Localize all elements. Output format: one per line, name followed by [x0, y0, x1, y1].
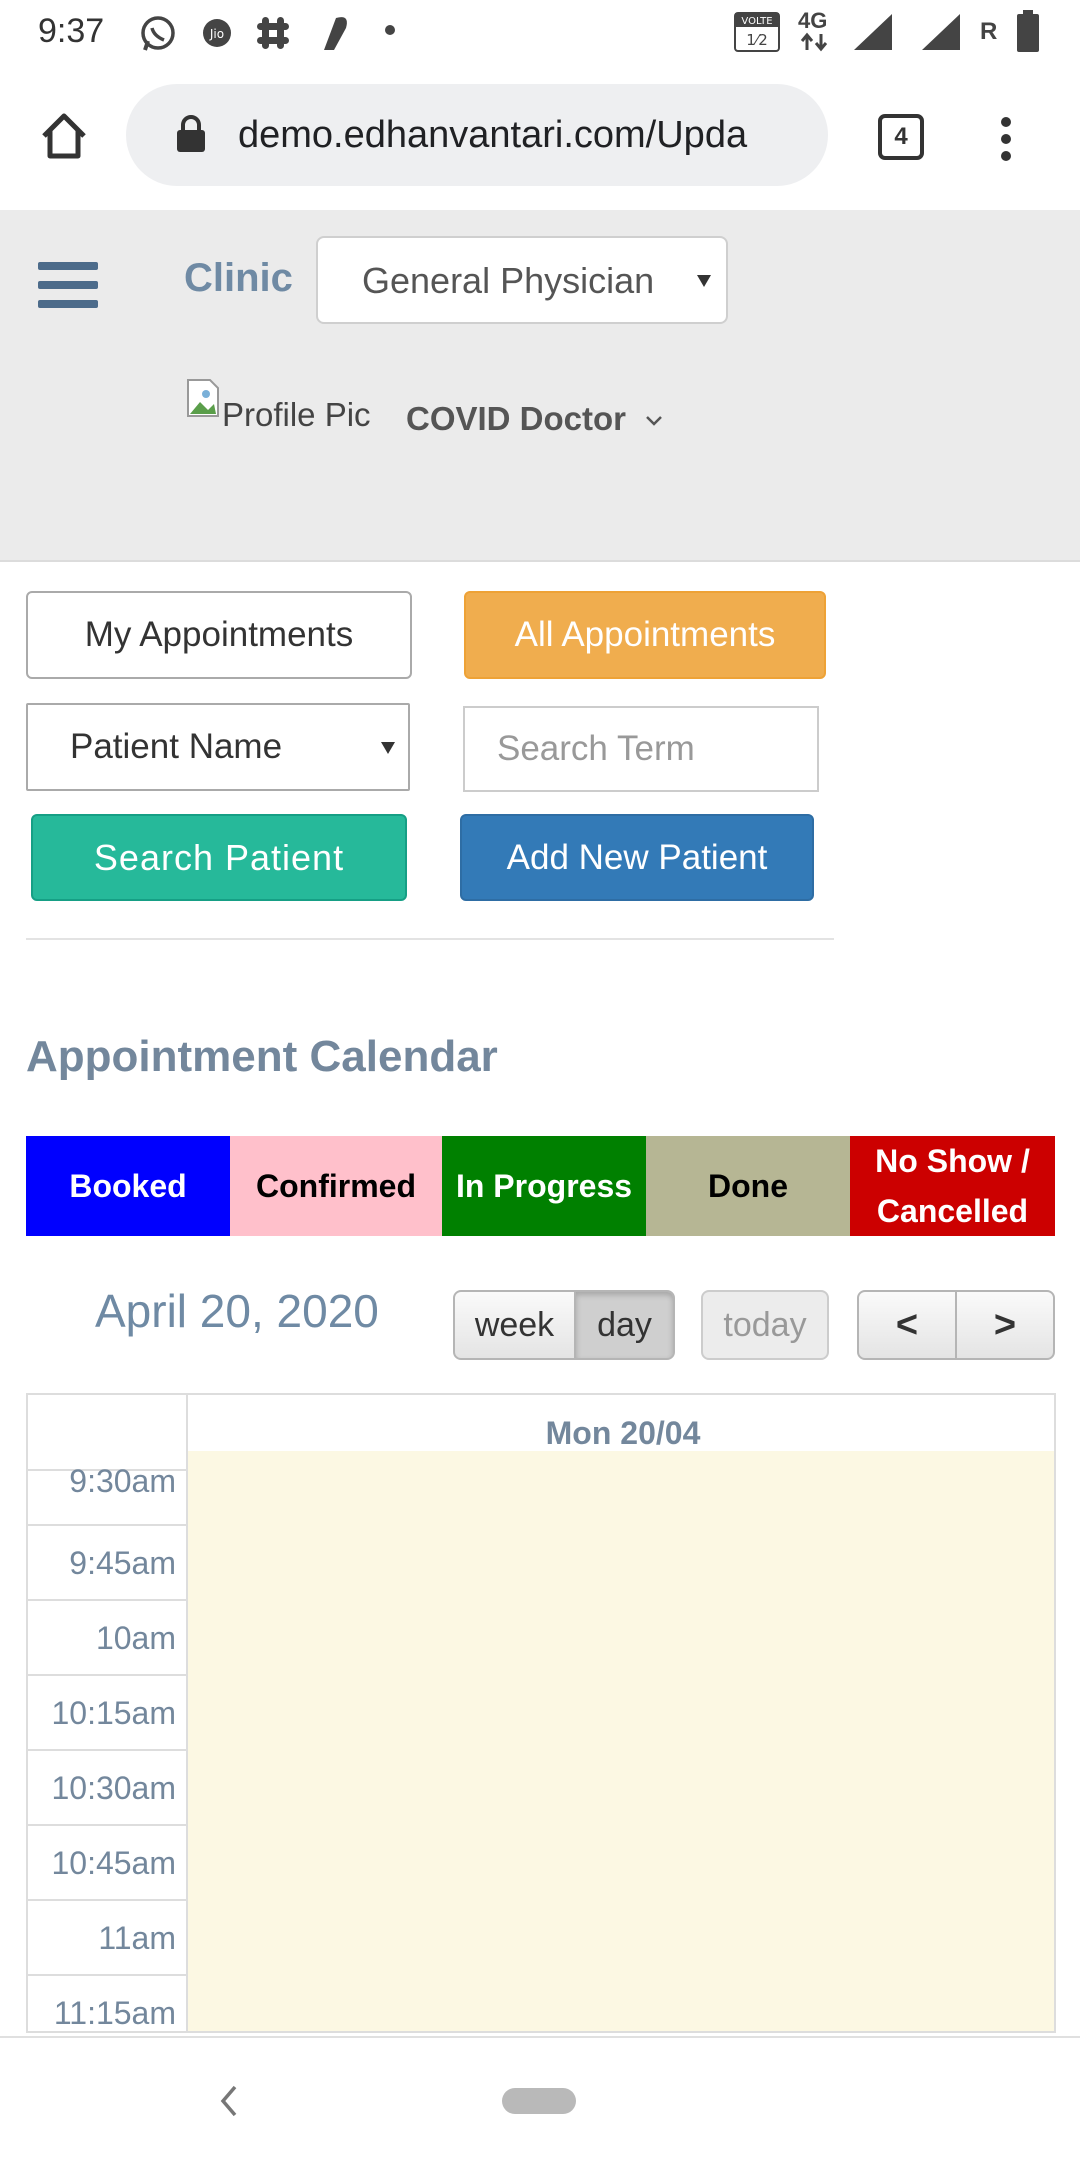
- home-icon[interactable]: [38, 110, 90, 162]
- time-slot-label: 9:30am: [28, 1451, 188, 1526]
- time-slot-row: 10am: [28, 1601, 1054, 1676]
- time-slot-cell[interactable]: [188, 1901, 1054, 1976]
- time-slot-row: 11:15am: [28, 1976, 1054, 2031]
- time-slot-label: 10:30am: [28, 1751, 188, 1826]
- time-slot-label: 9:45am: [28, 1526, 188, 1601]
- profile-pic-alt: Profile Pic: [222, 396, 371, 433]
- android-nav-bar: [0, 2036, 1080, 2160]
- doctor-name: COVID Doctor: [406, 400, 627, 437]
- volte-text: VOLTE: [741, 16, 772, 27]
- hamburger-menu-icon[interactable]: [0, 210, 130, 350]
- calendar-date-title: April 20, 2020: [95, 1285, 379, 1337]
- network-label: 4G: [798, 8, 828, 33]
- site-header: Clinic General Physician Profile Pic COV…: [0, 210, 1080, 562]
- status-time: 9:37: [38, 12, 105, 50]
- legend-in-progress: In Progress: [442, 1136, 646, 1236]
- lock-icon: [177, 115, 205, 152]
- time-slot-row: 10:30am: [28, 1751, 1054, 1826]
- search-field-select[interactable]: Patient Name: [26, 703, 410, 791]
- calendar-grid: Mon 20/04 9:30am 9:45am 10am 10:15am 10:…: [26, 1393, 1056, 2033]
- app-icon: [324, 17, 347, 50]
- slack-icon: [257, 17, 289, 49]
- time-slot-cell[interactable]: [188, 1601, 1054, 1676]
- more-options-icon[interactable]: [996, 114, 1016, 164]
- all-appointments-button[interactable]: All Appointments: [464, 591, 826, 679]
- time-slot-label: 10am: [28, 1601, 188, 1676]
- back-icon[interactable]: [218, 2084, 240, 2118]
- time-slot-cell[interactable]: [188, 1976, 1054, 2031]
- browser-toolbar: demo.edhanvantari.com/Upda 4: [0, 62, 1080, 210]
- signal-icon-2: [922, 14, 960, 50]
- legend-confirmed: Confirmed: [230, 1136, 442, 1236]
- time-slot-label: 11am: [28, 1901, 188, 1976]
- time-slot-cell[interactable]: [188, 1451, 1054, 1526]
- battery-icon: [1017, 10, 1039, 52]
- my-appointments-button[interactable]: My Appointments: [26, 591, 412, 679]
- tab-switcher-button[interactable]: 4: [878, 114, 924, 160]
- time-slot-row: 10:15am: [28, 1676, 1054, 1751]
- divider: [26, 938, 834, 940]
- data-arrows-icon: [800, 32, 828, 52]
- time-slot-cell[interactable]: [188, 1526, 1054, 1601]
- dropdown-arrow-icon: [697, 275, 711, 287]
- svg-text:Jio: Jio: [209, 27, 224, 41]
- today-button[interactable]: today: [701, 1290, 829, 1360]
- signal-icon: [854, 14, 892, 50]
- chevron-down-icon: [646, 416, 663, 427]
- legend-done: Done: [646, 1136, 850, 1236]
- user-menu-toggle[interactable]: COVID Doctor: [406, 400, 663, 438]
- time-slot-row: 9:30am: [28, 1451, 1054, 1526]
- calendar-slots: 9:30am 9:45am 10am 10:15am 10:30am 10:45…: [28, 1451, 1054, 2031]
- dropdown-arrow-icon: [381, 742, 395, 754]
- url-text: demo.edhanvantari.com/Upda: [238, 114, 748, 156]
- time-slot-row: 10:45am: [28, 1826, 1054, 1901]
- time-slot-label: 10:15am: [28, 1676, 188, 1751]
- time-slot-cell[interactable]: [188, 1751, 1054, 1826]
- week-view-button[interactable]: week: [453, 1290, 576, 1360]
- calendar-heading: Appointment Calendar: [26, 1032, 498, 1081]
- time-slot-label: 11:15am: [28, 1976, 188, 2031]
- search-field-value: Patient Name: [70, 727, 283, 766]
- legend-no-show-cancelled: No Show / Cancelled: [850, 1136, 1055, 1236]
- time-slot-row: 9:45am: [28, 1526, 1054, 1601]
- status-bar: 9:37 Jio VOLTE 1⁄2 4G R: [0, 0, 1080, 62]
- home-pill[interactable]: [502, 2088, 576, 2114]
- legend-booked: Booked: [26, 1136, 230, 1236]
- next-button[interactable]: >: [955, 1290, 1055, 1360]
- add-new-patient-button[interactable]: Add New Patient: [460, 814, 814, 901]
- whatsapp-icon: [141, 16, 175, 51]
- clinic-type-select[interactable]: General Physician: [316, 236, 728, 324]
- time-slot-cell[interactable]: [188, 1826, 1054, 1901]
- volte-icon: VOLTE 1⁄2: [734, 12, 780, 52]
- dot-icon: [385, 25, 395, 35]
- broken-image-icon: [187, 379, 219, 417]
- time-slot-cell[interactable]: [188, 1676, 1054, 1751]
- clinic-label: Clinic: [184, 256, 293, 300]
- prev-button[interactable]: <: [857, 1290, 957, 1360]
- jio-icon: Jio: [203, 19, 231, 47]
- time-slot-row: 11am: [28, 1901, 1054, 1976]
- time-slot-label: 10:45am: [28, 1826, 188, 1901]
- roaming-label: R: [980, 18, 998, 45]
- day-view-button[interactable]: day: [574, 1290, 675, 1360]
- url-bar[interactable]: demo.edhanvantari.com/Upda: [126, 84, 828, 186]
- svg-text:1⁄2: 1⁄2: [746, 31, 768, 49]
- search-term-input[interactable]: Search Term: [463, 706, 819, 792]
- clinic-select-value: General Physician: [362, 260, 655, 301]
- search-patient-button[interactable]: Search Patient: [31, 814, 407, 901]
